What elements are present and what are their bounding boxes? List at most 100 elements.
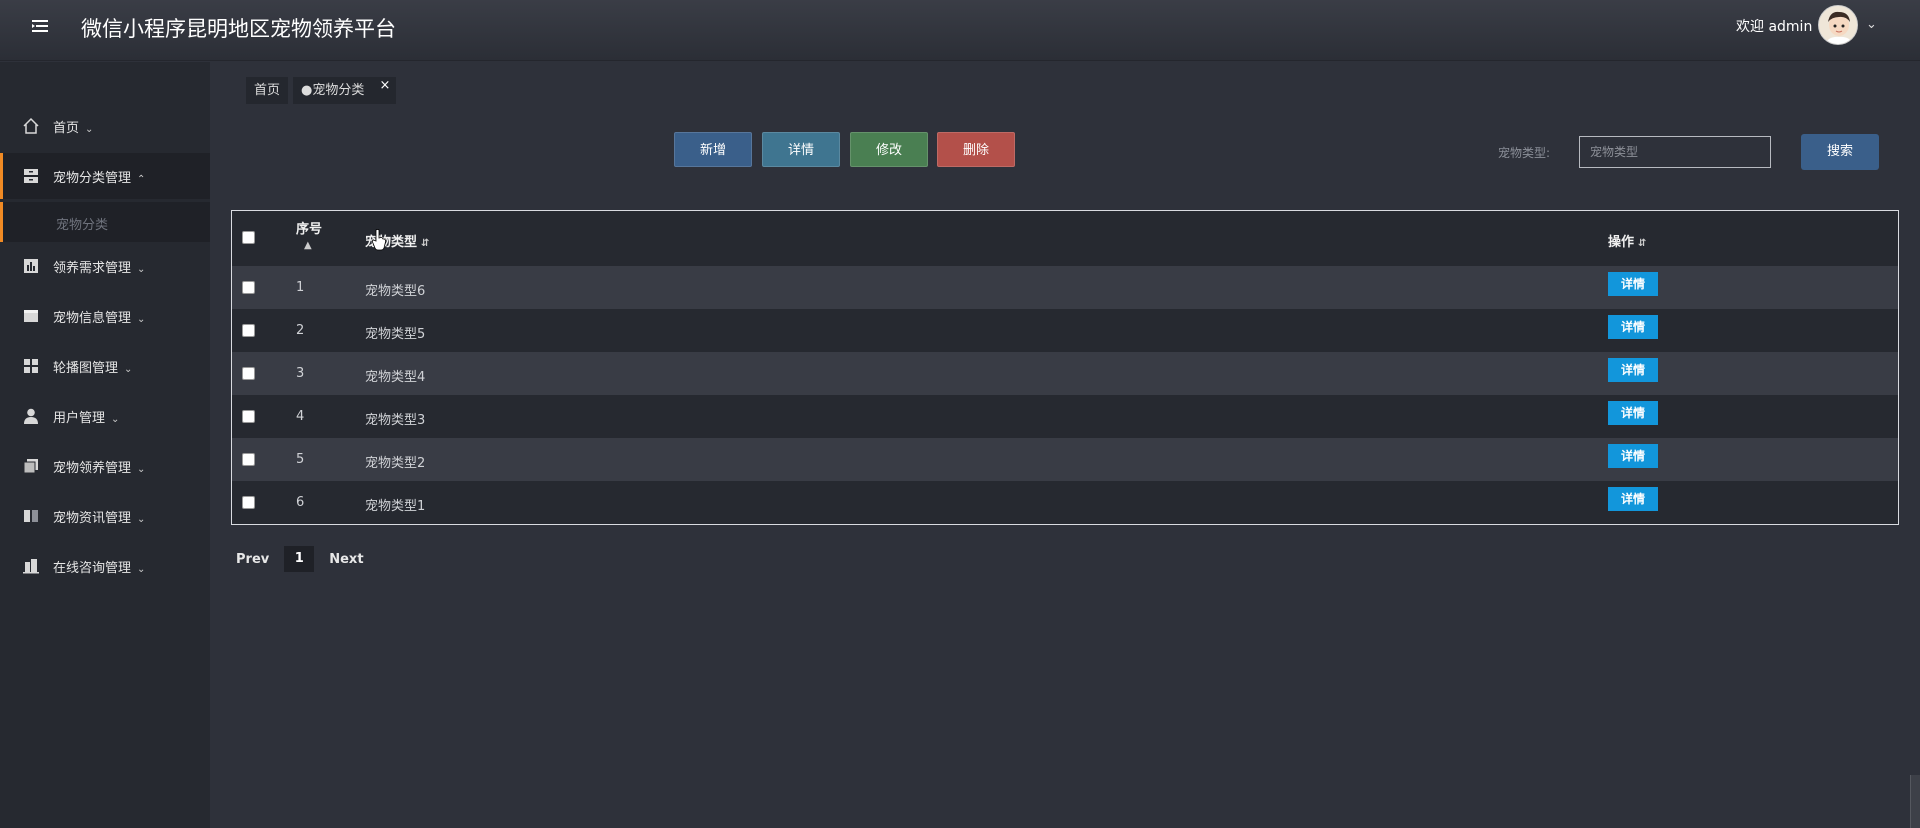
building-icon [23,559,39,574]
chevron-down-icon: ⌄ [85,123,94,135]
select-all-checkbox[interactable] [242,231,255,244]
row-detail-button[interactable]: 详情 [1608,444,1658,468]
tab-bar: 首页 ●宠物分类 × [246,77,397,104]
table-row: 5 宠物类型2 详情 [232,438,1898,481]
delete-button[interactable]: 删除 [937,132,1015,167]
chevron-down-icon: ⌄ [137,513,146,525]
chevron-down-icon[interactable]: ⌄ [1866,17,1877,32]
sidebar-item-adoption-demand[interactable]: 领养需求管理 ⌄ [0,243,210,289]
table-row: 1 宠物类型6 详情 [232,266,1898,309]
hand-cursor-icon [372,229,386,251]
row-detail-button[interactable]: 详情 [1608,401,1658,425]
sidebar-item-label: 宠物资讯管理 [53,510,132,526]
next-page-link[interactable]: Next [329,552,363,567]
prev-page-link[interactable]: Prev [236,552,269,567]
column-header-label: 序号 [296,222,323,237]
sidebar-item-pet-info[interactable]: 宠物信息管理 ⌄ [0,293,210,339]
pagination: Prev 1 Next [236,546,364,572]
sidebar-item-pet-adoption[interactable]: 宠物领养管理 ⌄ [0,443,210,489]
table-header: 序号 ▲ 宠物类型 ⇵ 操作 ⇵ [232,211,1898,266]
row-checkbox[interactable] [242,281,255,294]
close-icon[interactable]: × [379,72,390,99]
row-pet-type: 宠物类型3 [365,413,426,428]
row-pet-type: 宠物类型1 [365,499,426,514]
sidebar-item-label: 在线咨询管理 [53,560,132,576]
app-title: 微信小程序昆明地区宠物领养平台 [81,17,396,41]
row-pet-type: 宠物类型5 [365,327,426,342]
sidebar-item-pet-news[interactable]: 宠物资讯管理 ⌄ [0,493,210,539]
chevron-down-icon: ⌄ [137,263,146,275]
top-header: 微信小程序昆明地区宠物领养平台 欢迎 admin ⌄ [0,0,1920,61]
sidebar-item-online-consult[interactable]: 在线咨询管理 ⌄ [0,543,210,589]
add-button[interactable]: 新增 [674,132,752,167]
sidebar-item-users[interactable]: 用户管理 ⌄ [0,393,210,439]
table-row: 4 宠物类型3 详情 [232,395,1898,438]
menu-toggle-icon[interactable] [30,16,52,38]
welcome-text: 欢迎 admin [1736,19,1813,35]
copy-icon [23,459,38,474]
row-pet-type: 宠物类型6 [365,284,426,299]
sidebar-item-label: 轮播图管理 [53,360,119,376]
row-pet-type: 宠物类型4 [365,370,426,385]
edit-button[interactable]: 修改 [850,132,928,167]
row-detail-button[interactable]: 详情 [1608,272,1658,296]
column-header-label: 操作 [1608,235,1635,250]
row-checkbox[interactable] [242,367,255,380]
row-index: 4 [296,409,305,424]
row-checkbox[interactable] [242,324,255,337]
row-detail-button[interactable]: 详情 [1608,487,1658,511]
columns-icon [24,510,38,522]
table-row: 2 宠物类型5 详情 [232,309,1898,352]
chevron-down-icon: ⌄ [137,313,146,325]
row-checkbox[interactable] [242,496,255,509]
chevron-down-icon: ⌄ [137,463,146,475]
row-index: 3 [296,366,305,381]
grid-icon [24,359,38,373]
search-input[interactable] [1579,136,1771,168]
column-header-index[interactable]: 序号 [296,218,322,237]
table-row: 6 宠物类型1 详情 [232,481,1898,524]
avatar[interactable] [1818,5,1858,45]
sort-icon: ⇵ [1638,238,1647,249]
chevron-down-icon: ⌄ [111,413,120,425]
sidebar-item-label: 宠物信息管理 [53,310,132,326]
sidebar-item-label: 领养需求管理 [53,260,132,276]
row-index: 1 [296,280,305,295]
detail-button[interactable]: 详情 [762,132,840,167]
row-detail-button[interactable]: 详情 [1608,358,1658,382]
row-detail-button[interactable]: 详情 [1608,315,1658,339]
sidebar-subitem-pet-category[interactable]: 宠物分类 [0,202,210,242]
tab-home[interactable]: 首页 [246,77,289,104]
sidebar-item-label: 宠物领养管理 [53,460,132,476]
bar-chart-icon [24,259,38,273]
row-checkbox[interactable] [242,410,255,423]
column-header-action[interactable]: 操作 ⇵ [1608,231,1646,250]
user-icon [24,408,38,424]
row-index: 5 [296,452,305,467]
file-icon [24,310,38,322]
row-pet-type: 宠物类型2 [365,456,426,471]
table-row: 3 宠物类型4 详情 [232,352,1898,395]
search-label: 宠物类型: [1498,146,1551,160]
sidebar: 首页 ⌄ 宠物分类管理 ⌃ 宠物分类 领养需求管理 ⌄ 宠物信息管理 ⌄ 轮播图管理 ⌄ … [0,62,210,828]
sidebar-item-home[interactable]: 首页 ⌄ [0,103,210,149]
data-table: 序号 ▲ 宠物类型 ⇵ 操作 ⇵ 1 宠物类型6 详情 2 宠物类型5 详情 3 宠… [231,210,1899,525]
tab-pet-category[interactable]: ●宠物分类 × [293,77,397,104]
row-checkbox[interactable] [242,453,255,466]
sidebar-item-pet-category[interactable]: 宠物分类管理 ⌃ [0,153,210,199]
search-button[interactable]: 搜索 [1801,134,1879,170]
sidebar-item-label: 用户管理 [53,410,106,426]
sort-icon[interactable]: ▲ [304,237,312,252]
sort-icon: ⇵ [421,238,430,249]
tab-label: ●宠物分类 [301,83,365,98]
home-icon [23,117,39,134]
sidebar-item-label: 宠物分类管理 [53,170,132,186]
sidebar-subitem-label: 宠物分类 [56,218,109,233]
sidebar-item-carousel[interactable]: 轮播图管理 ⌄ [0,343,210,389]
chevron-up-icon: ⌃ [137,173,146,185]
scrollbar[interactable] [1910,775,1920,828]
row-index: 6 [296,495,305,510]
chevron-down-icon: ⌄ [124,363,133,375]
current-page-number[interactable]: 1 [284,546,315,572]
sidebar-item-label: 首页 [53,120,80,136]
